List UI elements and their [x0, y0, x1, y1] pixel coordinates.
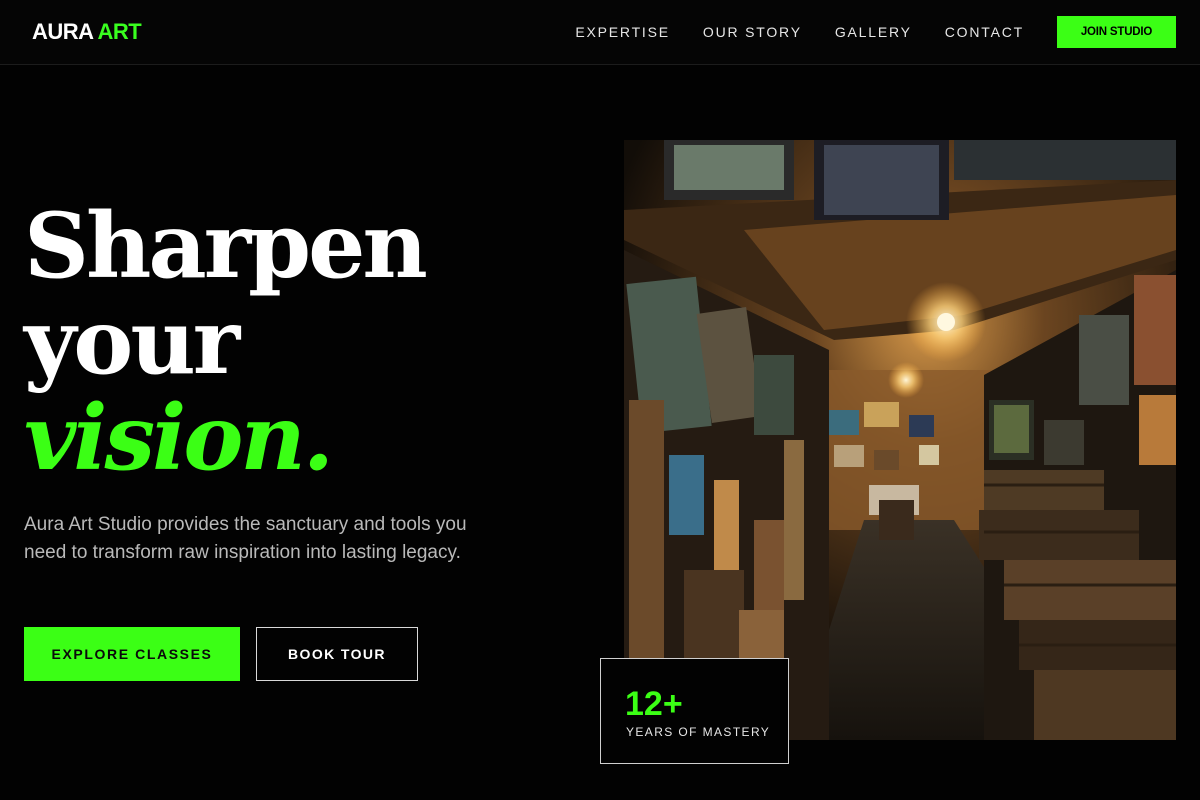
headline-line-1: Sharpen — [24, 193, 428, 299]
stat-label: YEARS OF MASTERY — [626, 725, 771, 739]
brand-name-primary: AURA — [32, 19, 93, 44]
book-tour-button[interactable]: BOOK TOUR — [256, 627, 418, 681]
art-studio-illustration — [624, 140, 1176, 740]
hero-description: Aura Art Studio provides the sanctuary a… — [24, 514, 467, 563]
nav-item-expertise[interactable]: EXPERTISE — [575, 22, 670, 42]
nav-item-our-story[interactable]: OUR STORY — [703, 22, 802, 42]
site-header: AURA ART EXPERTISE OUR STORY GALLERY CON… — [0, 0, 1200, 65]
experience-stat-card: 12+ YEARS OF MASTERY — [600, 658, 789, 764]
main-nav: EXPERTISE OUR STORY GALLERY CONTACT — [542, 22, 1024, 42]
brand-logo[interactable]: AURA ART — [32, 18, 142, 46]
stat-value: 12+ — [625, 685, 683, 723]
join-studio-button[interactable]: JOIN STUDIO — [1057, 16, 1176, 48]
explore-classes-button[interactable]: EXPLORE CLASSES — [24, 627, 240, 681]
nav-item-gallery[interactable]: GALLERY — [835, 22, 912, 42]
headline-line-2: your — [24, 289, 240, 395]
nav-item-contact[interactable]: CONTACT — [945, 22, 1024, 42]
hero-headline: Sharpen your vision. — [24, 193, 428, 491]
brand-name-accent: ART — [97, 19, 142, 44]
headline-line-3: vision. — [24, 385, 334, 491]
hero-image — [624, 140, 1176, 740]
